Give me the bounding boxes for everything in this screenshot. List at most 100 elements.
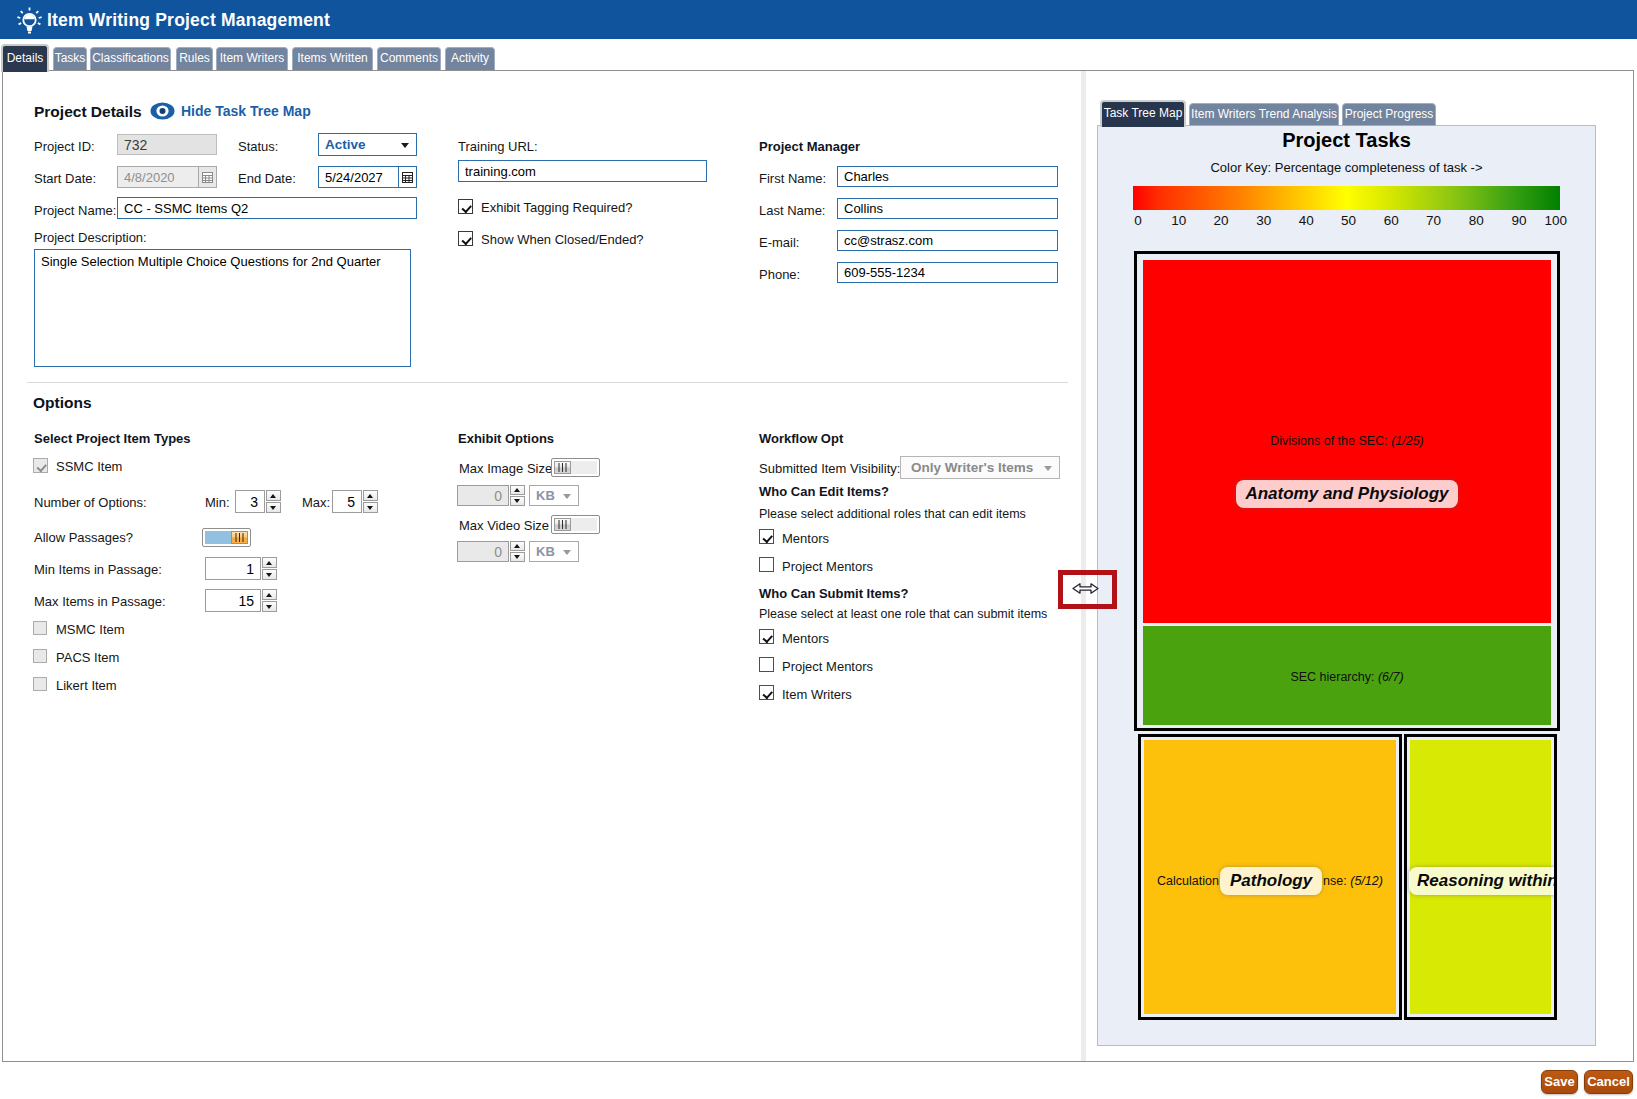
label-left: Calculation [1157, 874, 1219, 888]
start-date-label: Start Date: [34, 171, 96, 186]
submit-project-mentors-checkbox[interactable] [759, 657, 774, 672]
project-description-value: Single Selection Multiple Choice Questio… [41, 254, 381, 269]
email-input[interactable]: cc@strasz.com [837, 230, 1058, 251]
allow-passages-toggle[interactable] [202, 528, 251, 547]
training-url-input[interactable]: training.com [458, 160, 707, 182]
calendar-icon[interactable] [398, 167, 416, 187]
first-name-value: Charles [844, 169, 889, 184]
splitter-handle[interactable] [1081, 71, 1086, 1061]
tooltip-pathology: Pathology [1220, 867, 1322, 895]
max-video-size-label: Max Video Size [459, 518, 549, 533]
workflow-opt-heading: Workflow Opt [759, 431, 843, 446]
submit-mentors-checkbox[interactable] [759, 629, 774, 644]
project-tasks-title: Project Tasks [1097, 129, 1596, 152]
project-name-label: Project Name: [34, 203, 116, 218]
last-name-value: Collins [844, 201, 883, 216]
toggle-thumb[interactable] [231, 531, 248, 544]
pacs-item-checkbox[interactable] [33, 649, 47, 663]
tick-label: 40 [1299, 213, 1314, 228]
toggle-thumb[interactable] [554, 461, 571, 474]
first-name-input[interactable]: Charles [837, 166, 1058, 187]
project-id-label: Project ID: [34, 139, 95, 154]
visibility-value: Only Writer's Items [911, 460, 1033, 475]
min-options-stepper[interactable]: 3 [235, 490, 281, 513]
edit-mentors-checkbox[interactable] [759, 529, 774, 544]
tab-items-written[interactable]: Items Written [292, 47, 373, 70]
last-name-input[interactable]: Collins [837, 198, 1058, 219]
tab-details[interactable]: Details [1, 44, 49, 72]
label: SEC hierarchy: [1290, 670, 1374, 684]
end-date-value: 5/24/2027 [325, 170, 383, 185]
min-items-stepper[interactable]: 1 [205, 557, 277, 580]
spin-down-icon[interactable] [262, 569, 277, 580]
max-video-size-unit-select: KB [529, 541, 579, 562]
project-id-value: 732 [124, 137, 147, 153]
tick-label: 60 [1384, 213, 1399, 228]
spin-down-icon [510, 552, 525, 562]
cancel-button[interactable]: Cancel [1584, 1070, 1633, 1094]
tab-activity[interactable]: Activity [445, 47, 495, 70]
edit-project-mentors-checkbox[interactable] [759, 557, 774, 572]
spin-up-icon[interactable] [262, 557, 277, 568]
eye-icon[interactable] [150, 101, 175, 125]
max-image-size-toggle[interactable] [551, 458, 600, 477]
tab-project-progress[interactable]: Project Progress [1342, 103, 1436, 126]
spin-down-icon[interactable] [262, 601, 277, 612]
end-date-label: End Date: [238, 171, 296, 186]
who-can-submit-heading: Who Can Submit Items? [759, 586, 909, 601]
max-video-size-toggle[interactable] [551, 515, 600, 534]
hierarchy-fraction: (6/7) [1378, 670, 1404, 684]
treemap-node-divisions-of-sec[interactable]: Divisions of the SEC: (1/25) [1143, 260, 1551, 623]
submit-project-mentors-label: Project Mentors [782, 659, 873, 674]
tick-label: 70 [1426, 213, 1441, 228]
max-options-stepper[interactable]: 5 [332, 490, 378, 513]
max-label: Max: [302, 495, 330, 510]
max-items-stepper[interactable]: 15 [205, 589, 277, 612]
show-when-closed-label: Show When Closed/Ended? [481, 232, 644, 247]
spin-down-icon[interactable] [266, 502, 281, 513]
show-when-closed-checkbox[interactable] [458, 231, 473, 246]
spin-down-icon[interactable] [363, 502, 378, 513]
treemap-group-calculation: Calculation Pathology nse: (5/12) [1138, 734, 1402, 1020]
spin-up-icon[interactable] [363, 490, 378, 501]
exhibit-tagging-checkbox[interactable] [458, 199, 473, 214]
tab-task-tree-map[interactable]: Task Tree Map [1100, 100, 1186, 127]
tab-item-writers[interactable]: Item Writers [216, 47, 288, 70]
tab-classifications[interactable]: Classifications [90, 47, 171, 70]
tick-label: 10 [1171, 213, 1186, 228]
project-name-input[interactable]: CC - SSMC Items Q2 [117, 197, 417, 219]
grip-lines-icon [562, 520, 564, 529]
end-date-field[interactable]: 5/24/2027 [318, 166, 417, 188]
spin-up-icon[interactable] [266, 490, 281, 501]
tick-label: 80 [1469, 213, 1484, 228]
lightbulb-icon [16, 6, 43, 40]
toggle-thumb[interactable] [554, 518, 571, 531]
section-divider [27, 382, 1068, 383]
tab-tasks[interactable]: Tasks [53, 47, 87, 70]
save-button[interactable]: Save [1541, 1070, 1578, 1094]
treemap-node-hierarchy-label: SEC hierarchy: (6/7) [1143, 670, 1551, 684]
likert-item-checkbox[interactable] [33, 677, 47, 691]
status-label: Status: [238, 139, 278, 154]
status-select[interactable]: Active [318, 133, 417, 156]
spin-up-icon [510, 541, 525, 551]
ssmc-item-checkbox [33, 458, 48, 473]
tooltip-reasoning-within: Reasoning within [1409, 867, 1557, 895]
project-description-textarea[interactable]: Single Selection Multiple Choice Questio… [34, 249, 411, 367]
stepper-buttons [262, 557, 277, 580]
min-label: Min: [205, 495, 230, 510]
tab-item-writers-trend[interactable]: Item Writers Trend Analysis [1189, 103, 1339, 126]
app-title: Item Writing Project Management [47, 10, 330, 31]
training-url-value: training.com [465, 164, 536, 179]
submit-item-writers-checkbox[interactable] [759, 685, 774, 700]
spin-up-icon[interactable] [262, 589, 277, 600]
msmc-item-checkbox[interactable] [33, 621, 47, 635]
spin-up-icon [510, 485, 525, 495]
chevron-down-icon [563, 494, 571, 499]
tab-comments[interactable]: Comments [377, 47, 441, 70]
treemap-node-sec-hierarchy[interactable]: SEC hierarchy: (6/7) [1143, 626, 1551, 725]
hide-task-tree-map-link[interactable]: Hide Task Tree Map [181, 103, 311, 119]
likert-item-label: Likert Item [56, 678, 117, 693]
phone-input[interactable]: 609-555-1234 [837, 262, 1058, 283]
tab-rules[interactable]: Rules [176, 47, 213, 70]
